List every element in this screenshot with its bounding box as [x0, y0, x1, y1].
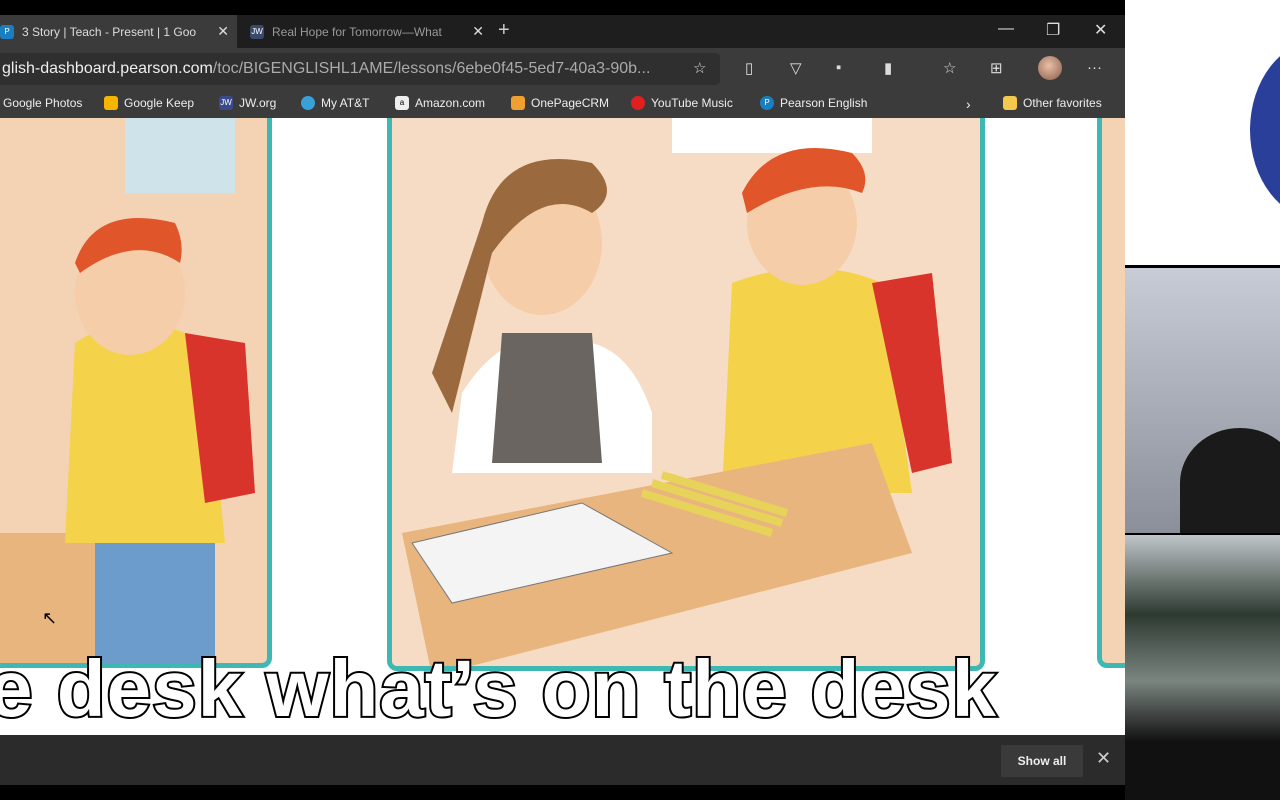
chevron-right-icon[interactable]: › [966, 96, 971, 112]
tab-story[interactable]: P 3 Story | Teach - Present | 1 Goo ✕ [0, 15, 237, 48]
show-all-button[interactable]: Show all [1001, 745, 1083, 777]
tab-title: 3 Story | Teach - Present | 1 Goo [22, 24, 197, 39]
extension2-icon[interactable]: ▮ [884, 59, 892, 77]
video-tile-3 [1125, 535, 1280, 800]
bookmark-label: Other favorites [1023, 96, 1102, 110]
video-tile-2 [1125, 268, 1280, 533]
close-tab-icon[interactable]: ✕ [472, 23, 484, 40]
bookmark-google-keep[interactable]: Google Keep [104, 96, 194, 110]
bookmark-google-photos[interactable]: Google Photos [3, 96, 82, 110]
mouse-cursor-icon: ↖ [42, 608, 58, 628]
bookmark-onepagecrm[interactable]: OnePageCRM [511, 96, 609, 110]
pocket-icon[interactable]: ▽ [790, 59, 802, 77]
amazon-icon: a [395, 96, 409, 110]
new-tab-icon[interactable]: + [498, 19, 510, 42]
minimize-icon[interactable]: — [998, 20, 1014, 38]
bookmark-label: YouTube Music [651, 96, 733, 110]
extension-icon[interactable]: ▪ [836, 59, 841, 76]
bookmark-amazon[interactable]: a Amazon.com [395, 96, 485, 110]
close-downloads-icon[interactable]: ✕ [1096, 748, 1111, 769]
logo-circle [1250, 40, 1280, 220]
boy-illustration [0, 118, 255, 663]
more-menu-icon[interactable]: ··· [1087, 59, 1102, 76]
favorites-bar: Google Photos Google Keep JW JW.org My AT… [0, 90, 1125, 118]
bookmark-other-favorites[interactable]: Other favorites [1003, 96, 1102, 110]
jw-icon: JW [219, 96, 233, 110]
bookmark-label: Amazon.com [415, 96, 486, 110]
tab-bar: P 3 Story | Teach - Present | 1 Goo ✕ JW… [0, 15, 1125, 48]
bookmark-pearson[interactable]: P Pearson English [760, 96, 867, 110]
collections-icon[interactable]: ⊞ [990, 59, 1003, 77]
bookmark-jw[interactable]: JW JW.org [219, 96, 276, 110]
office-icon[interactable]: ▯ [745, 59, 753, 77]
pearson-icon: P [760, 96, 774, 110]
participant-silhouette [1180, 428, 1280, 533]
downloads-bar: Show all ✕ [0, 735, 1125, 785]
subtitle-caption: e desk what’s on the desk [0, 644, 998, 733]
add-favorite-icon[interactable]: ☆ [693, 59, 706, 77]
keep-icon [104, 96, 118, 110]
story-panel-left [0, 118, 272, 668]
close-window-icon[interactable]: ✕ [1094, 20, 1107, 40]
bookmark-label: Pearson English [780, 96, 868, 110]
bookmark-label: My AT&T [321, 96, 370, 110]
jw-icon: JW [250, 24, 264, 39]
bookmark-label: JW.org [239, 96, 277, 110]
close-tab-icon[interactable]: ✕ [217, 23, 229, 40]
bookmark-label: OnePageCRM [531, 96, 610, 110]
story-panel-right [1097, 118, 1125, 668]
story-panel-center [387, 118, 985, 671]
address-toolbar: glish-dashboard.pearson.com/toc/BIGENGLI… [0, 48, 1125, 90]
address-bar[interactable]: glish-dashboard.pearson.com/toc/BIGENGLI… [0, 53, 720, 85]
favorites-icon[interactable]: ☆ [943, 59, 956, 77]
tab-title: Real Hope for Tomorrow—What [272, 24, 442, 39]
tab-jw[interactable]: JW Real Hope for Tomorrow—What ✕ [242, 15, 492, 48]
lesson-content: ↖ e desk what’s on the desk [0, 118, 1125, 735]
url-host: glish-dashboard.pearson.com [2, 60, 213, 77]
onepagecrm-icon [511, 96, 525, 110]
bookmark-youtube-music[interactable]: YouTube Music [631, 96, 733, 110]
profile-avatar[interactable] [1038, 56, 1062, 80]
att-icon [301, 96, 315, 110]
video-tile-1 [1125, 0, 1280, 265]
bookmark-label: Google Keep [124, 96, 195, 110]
restore-icon[interactable]: ❐ [1046, 20, 1060, 40]
folder-icon [1003, 96, 1017, 110]
bookmark-att[interactable]: My AT&T [301, 96, 369, 110]
bookmark-label: Google Photos [3, 96, 83, 110]
url-path: /toc/BIGENGLISHL1AME/lessons/6ebe0f45-5e… [212, 60, 651, 77]
youtube-music-icon [631, 96, 645, 110]
teacher-boy-illustration [392, 118, 980, 666]
pearson-icon: P [0, 24, 14, 39]
browser-window: P 3 Story | Teach - Present | 1 Goo ✕ JW… [0, 15, 1125, 785]
